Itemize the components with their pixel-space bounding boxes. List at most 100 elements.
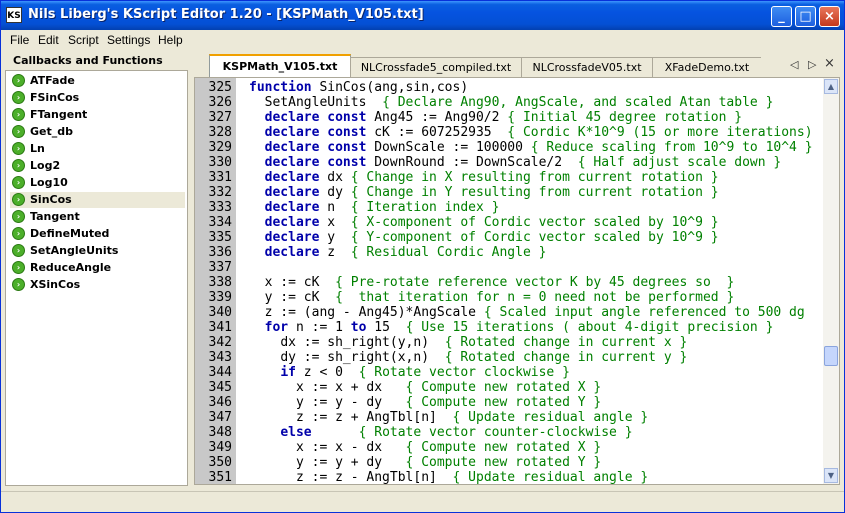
- line-number: 342: [208, 335, 232, 350]
- sidebar-item-atfade[interactable]: › ATFade: [10, 73, 185, 89]
- code-line[interactable]: 345 x := x + dx { Compute new rotated X …: [195, 380, 825, 395]
- sidebar-item-ln[interactable]: › Ln: [10, 141, 185, 157]
- sidebar-item-tangent[interactable]: › Tangent: [10, 209, 185, 225]
- scroll-up-icon[interactable]: ▲: [824, 79, 838, 94]
- sidebar-item-label: ATFade: [30, 74, 75, 87]
- code-line[interactable]: 327 declare const Ang45 := Ang90/2 { Ini…: [195, 110, 825, 125]
- code-line[interactable]: 348 else { Rotate vector counter-clockwi…: [195, 425, 825, 440]
- menu-edit[interactable]: Edit: [38, 33, 59, 47]
- tab-close-icon[interactable]: ×: [824, 56, 835, 71]
- vertical-scrollbar[interactable]: ▲ ▼: [823, 78, 839, 484]
- code-line[interactable]: 335 declare y { Y-component of Cordic ve…: [195, 230, 825, 245]
- code-editor[interactable]: 325 function SinCos(ang,sin,cos) 326 SetAn…: [194, 77, 840, 485]
- code-line[interactable]: 333 declare n { Iteration index }: [195, 200, 825, 215]
- sidebar-item-log2[interactable]: › Log2: [10, 158, 185, 174]
- sidebar-item-ftangent[interactable]: › FTangent: [10, 107, 185, 123]
- sidebar-item-get_db[interactable]: › Get_db: [10, 124, 185, 140]
- code-line[interactable]: 347 z := z + AngTbl[n] { Update residual…: [195, 410, 825, 425]
- code-line[interactable]: 341 for n := 1 to 15 { Use 15 iterations…: [195, 320, 825, 335]
- code-text: for n := 1 to 15 { Use 15 iterations ( a…: [249, 320, 774, 335]
- code-text: y := y - dy { Compute new rotated Y }: [249, 395, 601, 410]
- code-line[interactable]: 350 y := y + dy { Compute new rotated Y …: [195, 455, 825, 470]
- sidebar-item-label: Tangent: [30, 210, 80, 223]
- sidebar-item-fsincos[interactable]: › FSinCos: [10, 90, 185, 106]
- comment-token: { Compute new rotated X }: [405, 380, 602, 395]
- tab-prev-icon[interactable]: ◁: [790, 58, 798, 71]
- code-line[interactable]: 339 y := cK { that iteration for n = 0 n…: [195, 290, 825, 305]
- code-text: else { Rotate vector counter-clockwise }: [249, 425, 632, 440]
- menu-script[interactable]: Script: [68, 33, 99, 47]
- code-line[interactable]: 337: [195, 260, 825, 275]
- sidebar-item-label: Ln: [30, 142, 45, 155]
- comment-token: { Update residual angle }: [452, 470, 649, 485]
- title-bar[interactable]: KS Nils Liberg's KScript Editor 1.20 - […: [1, 1, 844, 30]
- green-bullet-icon: ›: [12, 244, 25, 257]
- line-number: 341: [208, 320, 232, 335]
- comment-token: { Y-component of Cordic vector scaled by…: [350, 230, 719, 245]
- code-text: dx := sh_right(y,n) { Rotated change in …: [249, 335, 687, 350]
- line-number: 334: [208, 215, 232, 230]
- code-line[interactable]: 342 dx := sh_right(y,n) { Rotated change…: [195, 335, 825, 350]
- line-number: 325: [208, 80, 232, 95]
- functions-list: › ATFade › FSinCos › FTangent › Get_db › Ln › Log2 ›…: [5, 70, 188, 486]
- code-line[interactable]: 340 z := (ang - Ang45)*AngScale { Scaled…: [195, 305, 825, 320]
- app-icon[interactable]: KS: [6, 7, 22, 23]
- status-bar: [1, 491, 844, 512]
- tab-kspmath[interactable]: KSPMath_V105.txt: [209, 54, 351, 79]
- sidebar-item-reduceangle[interactable]: › ReduceAngle: [10, 260, 185, 276]
- code-token: z: [319, 245, 351, 260]
- scroll-down-icon[interactable]: ▼: [824, 468, 838, 483]
- code-line[interactable]: 334 declare x { X-component of Cordic ve…: [195, 215, 825, 230]
- code-line[interactable]: 330 declare const DownRound := DownScale…: [195, 155, 825, 170]
- code-line[interactable]: 336 declare z { Residual Cordic Angle }: [195, 245, 825, 260]
- comment-token: { Pre-rotate reference vector K by 45 de…: [335, 275, 735, 290]
- tab-nlcrossfadev05[interactable]: NLCrossfadeV05.txt: [521, 57, 652, 77]
- keyword-token: declare const: [264, 140, 367, 155]
- green-bullet-icon: ›: [12, 74, 25, 87]
- code-line[interactable]: 325 function SinCos(ang,sin,cos): [195, 80, 825, 95]
- sidebar-item-log10[interactable]: › Log10: [10, 175, 185, 191]
- code-line[interactable]: 326 SetAngleUnits { Declare Ang90, AngSc…: [195, 95, 825, 110]
- close-button[interactable]: ×: [819, 6, 840, 27]
- panel-splitter[interactable]: [189, 53, 193, 487]
- line-number: 345: [208, 380, 232, 395]
- sidebar-item-setangleunits[interactable]: › SetAngleUnits: [10, 243, 185, 259]
- code-token: z := z + AngTbl[n]: [295, 410, 453, 425]
- sidebar-item-definemuted[interactable]: › DefineMuted: [10, 226, 185, 242]
- menu-file[interactable]: File: [10, 33, 29, 47]
- code-text: z := z - AngTbl[n] { Update residual ang…: [249, 470, 649, 485]
- menu-settings[interactable]: Settings: [107, 33, 150, 47]
- comment-token: { Rotate vector clockwise }: [358, 365, 570, 380]
- sidebar-item-sincos[interactable]: › SinCos: [10, 192, 185, 208]
- code-line[interactable]: 331 declare dx { Change in X resulting f…: [195, 170, 825, 185]
- code-text: declare const Ang45 := Ang90/2 { Initial…: [249, 110, 742, 125]
- code-line[interactable]: 344 if z < 0 { Rotate vector clockwise }: [195, 365, 825, 380]
- maximize-button[interactable]: □: [795, 6, 816, 27]
- minimize-button[interactable]: _: [771, 6, 792, 27]
- code-line[interactable]: 349 x := x - dx { Compute new rotated X …: [195, 440, 825, 455]
- code-line[interactable]: 346 y := y - dy { Compute new rotated Y …: [195, 395, 825, 410]
- sidebar-item-xsincos[interactable]: › XSinCos: [10, 277, 185, 293]
- green-bullet-icon: ›: [12, 159, 25, 172]
- code-line[interactable]: 343 dy := sh_right(x,n) { Rotated change…: [195, 350, 825, 365]
- code-line[interactable]: 328 declare const cK := 607252935 { Cord…: [195, 125, 825, 140]
- line-number: 328: [208, 125, 232, 140]
- line-number: 349: [208, 440, 232, 455]
- code-text: y := y + dy { Compute new rotated Y }: [249, 455, 601, 470]
- comment-token: { Use 15 iterations ( about 4-digit prec…: [405, 320, 774, 335]
- tab-next-icon[interactable]: ▷: [808, 58, 816, 71]
- line-number: 332: [208, 185, 232, 200]
- green-bullet-icon: ›: [12, 91, 25, 104]
- code-line[interactable]: 332 declare dy { Change in Y resulting f…: [195, 185, 825, 200]
- code-line[interactable]: 329 declare const DownScale := 100000 { …: [195, 140, 825, 155]
- line-number: 339: [208, 290, 232, 305]
- scroll-thumb[interactable]: [824, 346, 838, 366]
- code-line[interactable]: 351 z := z - AngTbl[n] { Update residual…: [195, 470, 825, 485]
- code-token: dx: [319, 170, 351, 185]
- menu-help[interactable]: Help: [158, 33, 183, 47]
- code-line[interactable]: 338 x := cK { Pre-rotate reference vecto…: [195, 275, 825, 290]
- tab-nlcrossfade5-compiled[interactable]: NLCrossfade5_compiled.txt: [350, 57, 521, 77]
- line-number: 338: [208, 275, 232, 290]
- tab-xfadedemo[interactable]: XFadeDemo.txt: [652, 57, 761, 77]
